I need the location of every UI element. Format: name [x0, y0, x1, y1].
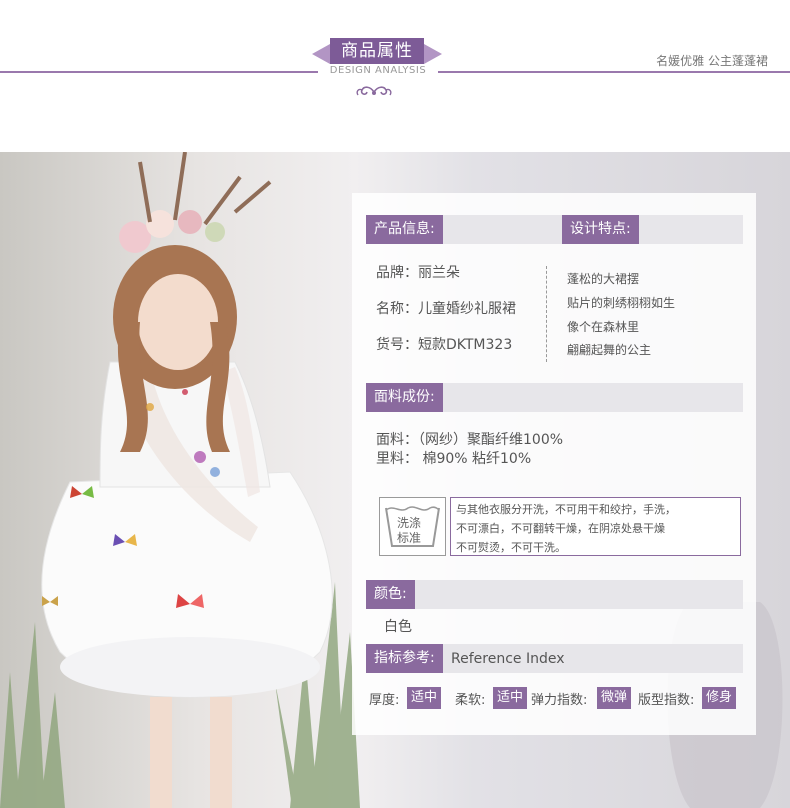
- fabric-outer: 面料：（网纱）聚酯纤维100%: [376, 432, 564, 448]
- brand-value: 丽兰朵: [418, 265, 460, 281]
- color-value: 白色: [384, 619, 412, 635]
- product-info-sku: 货号：短款DKTM323: [376, 334, 512, 354]
- section-title: 商品属性: [330, 38, 424, 64]
- name-value: 儿童婚纱礼服裙: [418, 301, 516, 317]
- section-subtitle: DESIGN ANALYSIS: [318, 64, 438, 78]
- fabric-heading: 面料成份:: [366, 383, 443, 412]
- reference-subtitle: Reference Index: [451, 651, 565, 667]
- wash-line: 与其他衣服分开洗，不可用干和绞拧，手洗，: [456, 503, 676, 516]
- product-info-brand: 品牌：丽兰朵: [376, 262, 460, 282]
- sku-value: 短款DKTM323: [418, 337, 513, 353]
- wash-line: 不可漂白，不可翻转干燥，在阴凉处悬干燥: [456, 522, 665, 535]
- fit-value: 修身: [702, 687, 737, 709]
- title-flag-right: [424, 44, 442, 64]
- title-flag-left: [312, 44, 330, 64]
- design-heading: 设计特点:: [562, 215, 639, 244]
- attribute-header: 商品属性 DESIGN ANALYSIS 名媛优雅 公主蓬蓬裙: [0, 0, 790, 150]
- fabric-lining: 里料： 棉90% 粘纤10%: [376, 451, 532, 467]
- softness-label: 柔软:: [455, 693, 486, 708]
- info-divider: [546, 266, 547, 362]
- thickness-value: 适中: [407, 687, 442, 709]
- wash-line: 不可熨烫，不可干洗。: [456, 541, 566, 554]
- reference-heading: 指标参考:: [366, 644, 443, 673]
- thickness-label: 厚度:: [369, 693, 400, 708]
- swirl-ornament-icon: [356, 86, 392, 96]
- design-feature-item: 翩翩起舞的公主: [567, 343, 652, 357]
- wash-badge-text-2: 标准: [397, 531, 422, 545]
- design-feature-item: 蓬松的大裙摆: [567, 272, 640, 286]
- product-info-name: 名称：儿童婚纱礼服裙: [376, 298, 516, 318]
- sku-label: 货号：: [376, 337, 418, 353]
- elasticity-value: 微弹: [597, 687, 632, 709]
- design-feature-item: 像个在森林里: [567, 320, 640, 334]
- color-bar: [366, 580, 743, 609]
- fit-label: 版型指数:: [638, 693, 695, 708]
- product-info-heading: 产品信息:: [366, 215, 443, 244]
- design-feature-item: 贴片的刺绣栩栩如生: [567, 296, 676, 310]
- header-slogan: 名媛优雅 公主蓬蓬裙: [656, 54, 768, 68]
- wash-standard-badge: 洗涤 标准: [379, 497, 446, 556]
- name-label: 名称：: [376, 301, 418, 317]
- wash-instructions: 与其他衣服分开洗，不可用干和绞拧，手洗， 不可漂白，不可翻转干燥，在阴凉处悬干燥…: [450, 497, 741, 556]
- brand-label: 品牌：: [376, 265, 418, 281]
- elasticity-label: 弹力指数:: [531, 693, 588, 708]
- color-heading: 颜色:: [366, 580, 415, 609]
- softness-value: 适中: [493, 687, 528, 709]
